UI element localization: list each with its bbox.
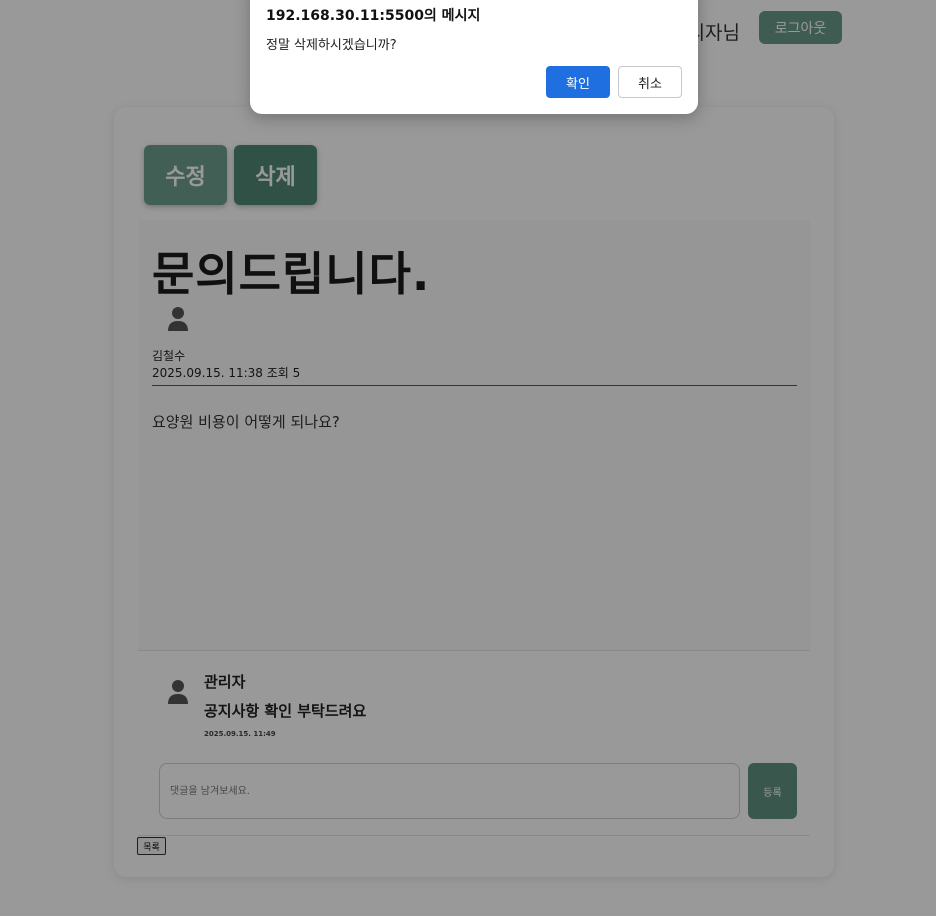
cancel-button[interactable]: 취소 — [618, 66, 682, 98]
dialog-title: 192.168.30.11:5500의 메시지 — [266, 8, 481, 24]
confirm-dialog: 192.168.30.11:5500의 메시지 정말 삭제하시겠습니까? 확인 … — [250, 0, 698, 114]
modal-overlay — [0, 0, 936, 916]
dialog-message: 정말 삭제하시겠습니까? — [266, 38, 397, 53]
confirm-button[interactable]: 확인 — [546, 66, 610, 98]
